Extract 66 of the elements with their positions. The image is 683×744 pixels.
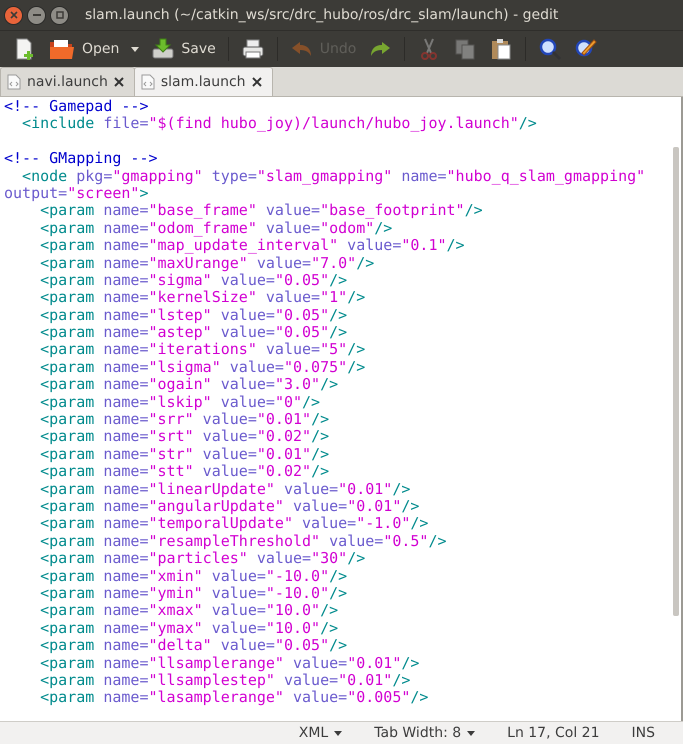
code-line: <param name="xmin" value="-10.0"/> bbox=[39, 568, 348, 585]
maximize-button[interactable] bbox=[50, 6, 69, 24]
code-line: <param name="llsamplestep" value="0.01"/> bbox=[39, 672, 412, 690]
close-icon[interactable] bbox=[114, 77, 124, 87]
tab-label: slam.launch bbox=[160, 74, 246, 90]
document-icon bbox=[140, 74, 155, 90]
code-line: <param name="lsigma" value="0.075"/> bbox=[39, 358, 366, 376]
code-line: <!-- Gamepad --> bbox=[3, 98, 150, 116]
save-drive-icon bbox=[151, 37, 176, 61]
code-line: <param name="srr" value="0.01"/> bbox=[39, 411, 330, 428]
close-button[interactable] bbox=[4, 6, 23, 24]
code-line: <param name="kernelSize" value="1"/> bbox=[39, 289, 366, 307]
clipboard-icon bbox=[489, 37, 514, 61]
code-line: <param name="temporalUpdate" value="-1.0"/> bbox=[39, 515, 430, 533]
printer-icon bbox=[240, 37, 265, 61]
code-line: <param name="maxUrange" value="7.0"/> bbox=[39, 254, 376, 272]
code-line: <param name="srt" value="0.02"/> bbox=[39, 428, 330, 446]
code-line: <param name="lasamplerange" value="0.005"/> bbox=[39, 689, 430, 707]
code-line: <param name="delta" value="0.05"/> bbox=[39, 637, 348, 654]
code-line: <param name="xmax" value="10.0"/> bbox=[39, 602, 340, 620]
code-line: <param name="sigma" value="0.05"/> bbox=[39, 272, 348, 290]
open-button[interactable]: Open bbox=[44, 35, 124, 63]
caret-icon bbox=[334, 730, 342, 736]
code-line: <param name="stt" value="0.02"/> bbox=[39, 463, 330, 481]
code-line: <param name="linearUpdate" value="0.01"/> bbox=[39, 480, 412, 498]
code-line: <param name="lstep" value="0.05"/> bbox=[39, 306, 348, 324]
folder-icon bbox=[48, 37, 76, 61]
code-line: <param name="resampleThreshold" value="0.5"/> bbox=[39, 532, 448, 550]
scrollbar[interactable] bbox=[673, 147, 679, 616]
code-line: <param name="angularUpdate" value="0.01"/> bbox=[39, 498, 420, 516]
code-line: <param name="particles" value="30"/> bbox=[39, 550, 366, 568]
code-line: <!-- GMapping --> bbox=[3, 150, 159, 168]
code-line: <param name="odom_frame" value="odom"/> bbox=[39, 220, 394, 238]
cursor-position: Ln 17, Col 21 bbox=[507, 725, 600, 741]
insert-mode: INS bbox=[632, 725, 655, 741]
search-icon bbox=[538, 37, 562, 61]
code-line: <param name="ogain" value="3.0"/> bbox=[39, 376, 340, 394]
tab-width-dropdown[interactable]: Tab Width: 8 bbox=[374, 725, 476, 741]
copy-icon bbox=[453, 37, 478, 61]
caret-icon bbox=[131, 46, 140, 52]
language-dropdown[interactable]: XML bbox=[298, 725, 342, 741]
tab-label: navi.launch bbox=[27, 74, 108, 90]
minimize-icon bbox=[32, 14, 40, 16]
maximize-icon bbox=[56, 11, 64, 19]
code-line: <param name="astep" value="0.05"/> bbox=[39, 324, 348, 342]
save-button[interactable]: Save bbox=[147, 35, 220, 63]
code-line: <param name="iterations" value="5"/> bbox=[39, 341, 366, 359]
window-title: slam.launch (~/catkin_ws/src/drc_hubo/ros/drc_slam/launch) - gedit bbox=[85, 7, 558, 23]
code-line: <param name="base_frame" value="base_footprint"/> bbox=[40, 202, 484, 220]
code-line: <param name="map_update_interval" value="0.1"/> bbox=[39, 237, 466, 255]
document-tab[interactable]: navi.launch bbox=[0, 67, 135, 96]
code-line: output="screen"> bbox=[3, 184, 148, 202]
code-line: <param name="lskip" value="0"/> bbox=[39, 394, 322, 412]
code-line: <param name="ymax" value="10.0"/> bbox=[39, 620, 340, 638]
code-line: <param name="llsamplerange" value="0.01"/> bbox=[39, 654, 420, 672]
document-tab[interactable]: slam.launch bbox=[134, 67, 273, 96]
caret-icon bbox=[467, 730, 476, 736]
close-icon bbox=[10, 11, 18, 19]
document-icon bbox=[7, 74, 21, 90]
code-line: <node pkg="gmapping" type="slam_gmapping" name="hubo_q_slam_gmapping" bbox=[21, 168, 646, 185]
text-editor[interactable] bbox=[0, 97, 683, 721]
code-line: <include file="$(find hubo_joy)/launch/hubo_joy.launch"/> bbox=[21, 115, 538, 133]
minimize-button[interactable] bbox=[27, 6, 46, 24]
code-line: <param name="str" value="0.01"/> bbox=[39, 446, 330, 464]
close-icon[interactable] bbox=[252, 77, 262, 87]
code-line: <param name="ymin" value="-10.0"/> bbox=[39, 584, 348, 602]
